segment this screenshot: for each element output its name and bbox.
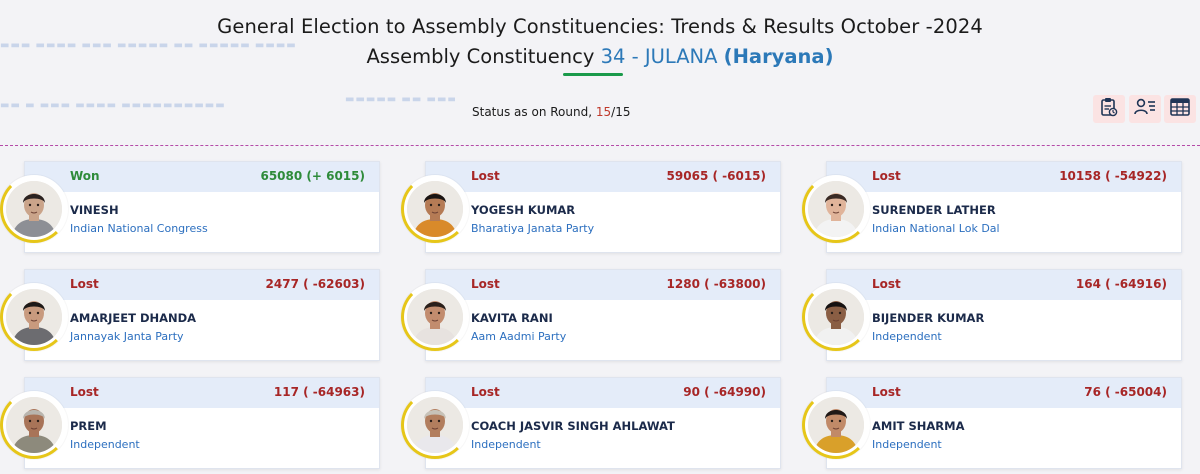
candidate-list-icon: [1134, 98, 1156, 120]
result-status: Lost: [872, 169, 901, 183]
result-bar: Lost 59065 ( -6015): [426, 162, 780, 192]
candidate-name: BIJENDER KUMAR: [872, 311, 985, 325]
result-bar: Lost 164 ( -64916): [827, 270, 1181, 300]
avatar: [6, 289, 62, 345]
candidate-card[interactable]: Lost 117 ( -64963) PREM Independent: [24, 377, 380, 469]
candidate-photo-frame: [802, 283, 870, 351]
candidate-party: Jannayak Janta Party: [70, 330, 184, 343]
result-bar: Lost 76 ( -65004): [827, 378, 1181, 408]
faded-background-text: ▬▬ ▬ ▬▬▬ ▬▬▬▬ ▬▬▬▬▬▬▬▬▬▬: [0, 100, 226, 111]
avatar: [808, 289, 864, 345]
report-button[interactable]: [1093, 95, 1125, 123]
vote-count: 2477 ( -62603): [265, 277, 365, 291]
status-label: Status as on Round,: [472, 105, 593, 119]
avatar: [407, 181, 463, 237]
candidate-party: Independent: [872, 330, 942, 343]
avatar: [808, 397, 864, 453]
section-divider: [0, 145, 1200, 146]
candidate-name: KAVITA RANI: [471, 311, 553, 325]
vote-count: 90 ( -64990): [683, 385, 766, 399]
candidate-card[interactable]: Lost 164 ( -64916) BIJENDER KUMAR Independe…: [826, 269, 1182, 361]
candidate-name: COACH JASVIR SINGH AHLAWAT: [471, 419, 675, 433]
candidate-list-button[interactable]: [1129, 95, 1161, 123]
result-bar: Lost 90 ( -64990): [426, 378, 780, 408]
result-status: Lost: [471, 169, 500, 183]
candidate-name: PREM: [70, 419, 107, 433]
total-rounds: 15: [615, 105, 631, 119]
current-round: 15: [595, 105, 612, 119]
candidate-name: VINESH: [70, 203, 119, 217]
vote-count: 76 ( -65004): [1084, 385, 1167, 399]
candidate-card[interactable]: Lost 76 ( -65004) AMIT SHARMA Independent: [826, 377, 1182, 469]
candidate-party: Aam Aadmi Party: [471, 330, 567, 343]
result-status: Won: [70, 169, 100, 183]
candidate-photo-frame: [0, 175, 68, 243]
candidate-card[interactable]: Lost 90 ( -64990) COACH JASVIR SINGH AHLAW…: [425, 377, 781, 469]
candidate-name: SURENDER LATHER: [872, 203, 996, 217]
candidate-name: YOGESH KUMAR: [471, 203, 576, 217]
candidate-party: Independent: [471, 438, 541, 451]
candidate-photo-frame: [802, 391, 870, 459]
avatar: [407, 397, 463, 453]
candidate-card[interactable]: Lost 10158 ( -54922) SURENDER LATHER Indian…: [826, 161, 1182, 253]
candidate-party: Indian National Congress: [70, 222, 208, 235]
avatar: [6, 397, 62, 453]
avatar: [808, 181, 864, 237]
result-status: Lost: [471, 277, 500, 291]
candidate-photo-frame: [401, 283, 469, 351]
result-bar: Won 65080 (+ 6015): [25, 162, 379, 192]
vote-count: 59065 ( -6015): [666, 169, 766, 183]
candidate-card[interactable]: Lost 59065 ( -6015) YOGESH KUMAR Bharatiya …: [425, 161, 781, 253]
candidate-party: Indian National Lok Dal: [872, 222, 1000, 235]
table-view-button[interactable]: [1164, 95, 1196, 123]
result-bar: Lost 2477 ( -62603): [25, 270, 379, 300]
candidate-name: AMIT SHARMA: [872, 419, 965, 433]
result-status: Lost: [70, 385, 99, 399]
candidate-card[interactable]: Lost 1280 ( -63800) KAVITA RANI Aam Aadmi P…: [425, 269, 781, 361]
candidate-party: Bharatiya Janata Party: [471, 222, 595, 235]
result-bar: Lost 10158 ( -54922): [827, 162, 1181, 192]
title-underline: [563, 73, 623, 76]
candidate-party: Independent: [70, 438, 140, 451]
result-status: Lost: [872, 385, 901, 399]
result-status: Lost: [70, 277, 99, 291]
faded-background-text: ▬▬▬ ▬▬▬▬ ▬▬▬ ▬▬▬▬▬ ▬▬ ▬▬▬▬▬ ▬▬▬▬: [0, 40, 297, 51]
constituency-number: 34 - JULANA: [600, 45, 718, 68]
avatar: [407, 289, 463, 345]
candidate-photo-frame: [401, 175, 469, 243]
candidate-card[interactable]: Won 65080 (+ 6015) VINESH Indian National C…: [24, 161, 380, 253]
avatar: [6, 181, 62, 237]
vote-count: 65080 (+ 6015): [260, 169, 365, 183]
constituency-prefix: Assembly Constituency: [366, 45, 595, 68]
report-icon: [1100, 97, 1118, 121]
faded-background-text: ▬▬▬▬▬ ▬▬ ▬▬▬: [345, 94, 455, 105]
candidate-name: AMARJEET DHANDA: [70, 311, 197, 325]
candidate-party: Independent: [872, 438, 942, 451]
result-status: Lost: [872, 277, 901, 291]
candidate-photo-frame: [401, 391, 469, 459]
vote-count: 164 ( -64916): [1075, 277, 1167, 291]
vote-count: 10158 ( -54922): [1059, 169, 1167, 183]
result-bar: Lost 117 ( -64963): [25, 378, 379, 408]
candidate-card[interactable]: Lost 2477 ( -62603) AMARJEET DHANDA Jannaya…: [24, 269, 380, 361]
candidate-photo-frame: [0, 391, 68, 459]
vote-count: 1280 ( -63800): [666, 277, 766, 291]
table-view-icon: [1170, 98, 1190, 120]
page-title: General Election to Assembly Constituenc…: [217, 15, 983, 38]
vote-count: 117 ( -64963): [273, 385, 365, 399]
result-status: Lost: [471, 385, 500, 399]
candidate-photo-frame: [0, 283, 68, 351]
result-bar: Lost 1280 ( -63800): [426, 270, 780, 300]
round-status: Status as on Round, 15/15: [472, 105, 630, 119]
constituency-state: (Haryana): [723, 45, 834, 68]
candidate-photo-frame: [802, 175, 870, 243]
